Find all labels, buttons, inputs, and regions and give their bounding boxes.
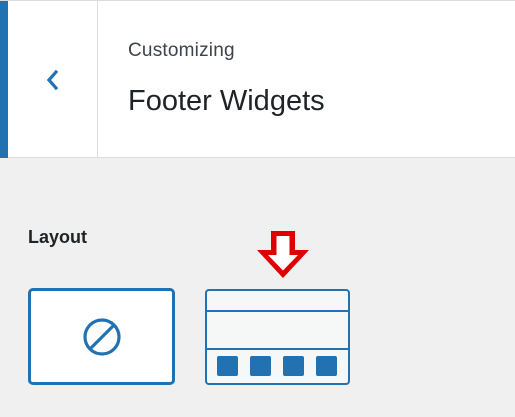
section-title: Footer Widgets [128, 85, 325, 117]
back-button[interactable] [0, 1, 98, 158]
footer-column-block [316, 356, 337, 376]
footer-column-block [217, 356, 238, 376]
layout-divider [207, 348, 348, 350]
chevron-left-icon [46, 69, 58, 90]
layout-option-four-columns[interactable] [205, 289, 350, 385]
customizer-header: Customizing Footer Widgets [0, 0, 515, 158]
customizer-panel: Customizing Footer Widgets Layout [0, 0, 515, 417]
layout-label: Layout [28, 227, 88, 247]
customizing-label: Customizing [128, 40, 235, 61]
arrow-down-icon [251, 228, 315, 287]
layout-option-none[interactable] [29, 289, 174, 384]
layout-divider [207, 310, 348, 312]
footer-column-block [283, 356, 304, 376]
no-symbol-icon [82, 317, 121, 356]
header-titles: Customizing Footer Widgets [128, 39, 325, 118]
footer-column-block [250, 356, 271, 376]
